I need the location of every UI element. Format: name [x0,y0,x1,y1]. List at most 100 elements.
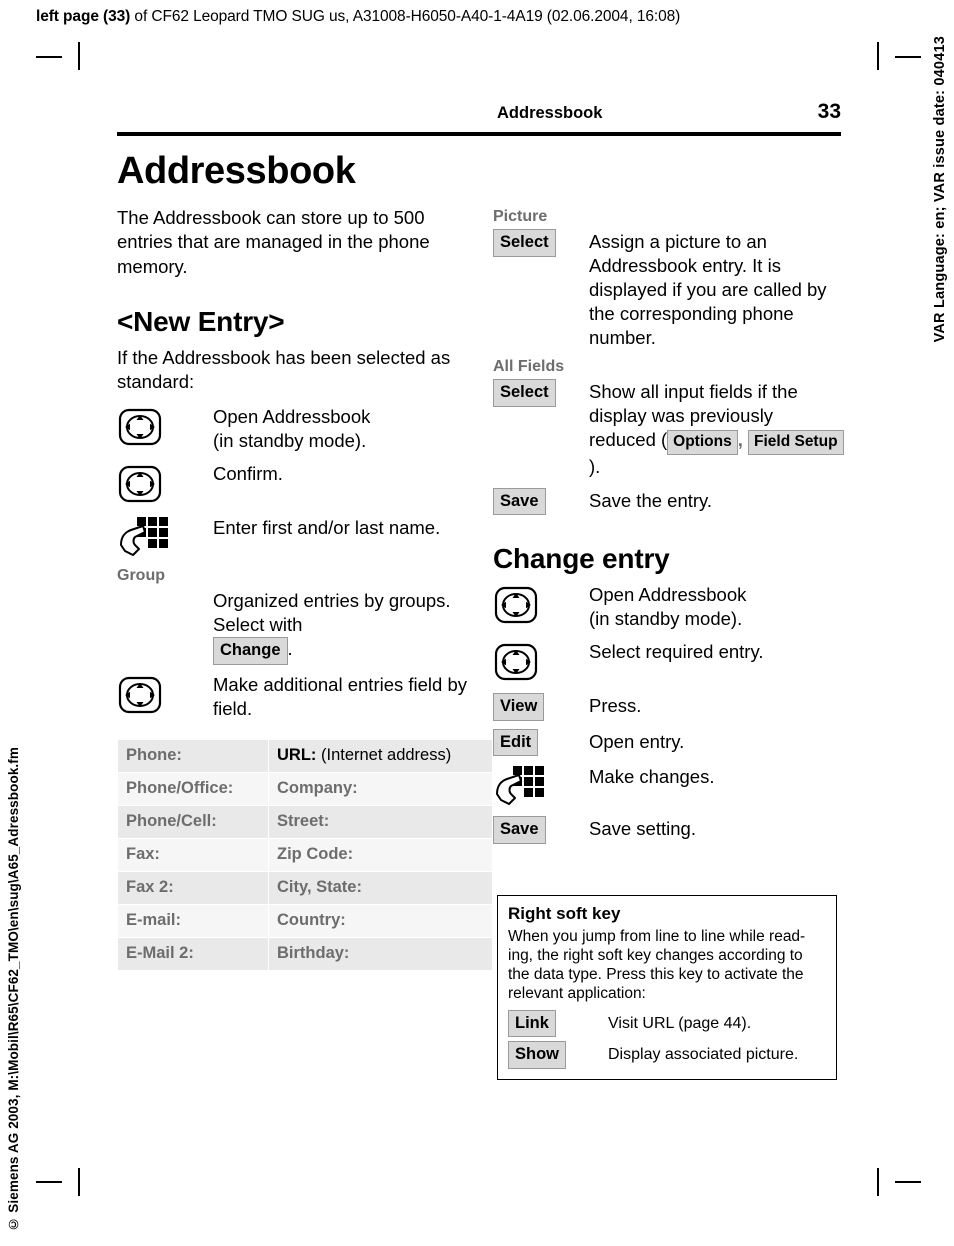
all-fields-step-row: Select Show all input fields if the disp… [493,378,845,479]
step-icon-cell: Select [493,228,589,257]
new-entry-steps: Open Addressbook (in standby mode). Conf… [117,403,467,721]
step-icon-cell [117,514,213,559]
crop-mark-top-right-horizontal [895,56,921,58]
crop-mark-bottom-right-vertical [877,1168,879,1196]
step-icon-cell [117,460,213,507]
field-name-cell: Birthday: [268,936,493,971]
header-page-number: 33 [817,100,841,123]
left-column: Addressbook The Addressbook can store up… [117,151,493,971]
step-text: Assign a picture to an Addressbook entry… [589,231,827,349]
nav-key-icon[interactable] [117,461,163,507]
select-soft-key[interactable]: Select [493,229,556,257]
keypad-icon[interactable] [117,515,168,559]
save-soft-key[interactable]: Save [493,816,546,844]
view-soft-key[interactable]: View [493,693,545,721]
field-name-cell: Company: [268,771,493,806]
step-icon-cell [493,581,589,628]
table-row: Fax 2: City, State: [117,870,493,905]
link-key-cell: Link [508,1009,608,1038]
step-row: View Press. [493,692,845,721]
crop-mark-bottom-right-horizontal [895,1181,921,1183]
field-url-hint: (Internet address) [316,745,452,764]
intro-paragraph: The Addressbook can store up to 500 entr… [117,206,430,278]
change-soft-key[interactable]: Change [213,637,288,665]
nav-key-icon[interactable] [493,639,539,685]
crop-mark-top-left-horizontal [36,56,62,58]
note-box-body: When you jump from line to line while re… [508,928,806,1002]
picture-label: Picture [493,208,548,225]
all-fields-label: All Fields [493,358,565,376]
running-head: left page (33) of CF62 Leopard TMO SUG u… [36,8,680,26]
step-icon-cell: Save [493,487,589,516]
group-label: Group [117,566,165,584]
step-text: Make changes. [589,766,715,788]
right-column: Picture Select Assign a picture to an Ad… [493,208,845,851]
nav-key-icon[interactable] [493,582,539,628]
group-step-row: Organized entries by groups. Select with… [117,587,467,665]
crop-mark-bottom-left-vertical [78,1168,80,1196]
field-name-cell: Street: [268,804,493,839]
show-key-description: Display associated picture. [608,1046,799,1064]
field-url-label: URL: [277,745,317,764]
step-icon-cell: View [493,692,589,721]
right-soft-key-note-box: Right soft key When you jump from line t… [497,895,837,1080]
field-name-cell: Phone: [117,738,269,773]
edit-soft-key[interactable]: Edit [493,728,539,757]
step-row: Make additional entries field by field. [117,671,467,721]
step-text: Save setting. [589,818,696,840]
field-name-cell: City, State: [268,870,493,905]
step-icon-cell [117,403,213,450]
step-row: Open Addressbook (in standby mode). [117,403,467,453]
table-row: Phone: URL: (Internet address) [117,738,493,773]
step-text: Press. [589,695,642,717]
field-setup-menu-key[interactable]: Field Setup [748,430,844,455]
table-row: Fax: Zip Code: [117,837,493,872]
field-name-cell: Fax: [117,837,269,872]
table-row: Phone/Office: Company: [117,771,493,806]
page-header: Addressbook 33 [497,100,841,124]
all-fields-text-mid: , [737,429,748,451]
change-entry-steps: Open Addressbook (in standby mode). Sele… [493,581,845,844]
step-row: Confirm. [117,460,467,507]
section-intro-paragraph: If the Addressbook has been selected as … [117,346,451,393]
show-soft-key[interactable]: Show [508,1041,566,1069]
step-row: Enter first and/or last name. [117,514,467,559]
step-text: Save the entry. [589,489,713,511]
step-icon-cell: Edit [493,728,589,757]
group-text-a: Organized entries by groups. Select with [213,589,451,635]
field-name-cell: Phone/Office: [117,771,269,806]
link-key-description: Visit URL (page 44). [608,1014,752,1032]
all-fields-text-b: ). [589,455,601,477]
step-text: Open entry. [589,730,685,752]
options-menu-key[interactable]: Options [667,430,738,455]
nav-key-icon[interactable] [117,672,163,718]
field-name-cell: Fax 2: [117,870,269,905]
table-row: Phone/Cell: Street: [117,804,493,839]
step-icon-cell: Select [493,378,589,407]
field-name-cell: E-Mail 2: [117,936,269,971]
running-head-rest: of CF62 Leopard TMO SUG us, A31008-H6050… [130,8,681,25]
keypad-icon[interactable] [493,764,544,808]
step-icon-cell [493,763,589,808]
table-row: E-Mail 2: Birthday: [117,936,493,971]
step-text: Confirm. [213,462,283,484]
section-title-change-entry: Change entry [493,543,670,575]
step-icon-cell [493,638,589,685]
step-row: Open Addressbook (in standby mode). [493,581,845,631]
select-soft-key[interactable]: Select [493,379,556,407]
field-name-cell: URL: (Internet address) [268,738,493,773]
step-text: Enter first and/or last name. [213,516,441,538]
nav-key-icon[interactable] [117,404,163,450]
step-text: Show all input fields if the display was… [589,378,845,479]
link-soft-key[interactable]: Link [508,1009,556,1038]
show-key-cell: Show [508,1041,608,1069]
step-row: Save Save setting. [493,815,845,844]
table-row: E-mail: Country: [117,903,493,938]
note-row: Show Display associated picture. [508,1041,826,1069]
step-row: Select required entry. [493,638,845,685]
header-chapter-name: Addressbook [497,104,603,122]
step-icon-cell [117,587,213,588]
step-text: Open Addressbook (in standby mode). [213,405,371,451]
running-head-bold: left page (33) [36,8,131,25]
save-soft-key[interactable]: Save [493,487,546,516]
